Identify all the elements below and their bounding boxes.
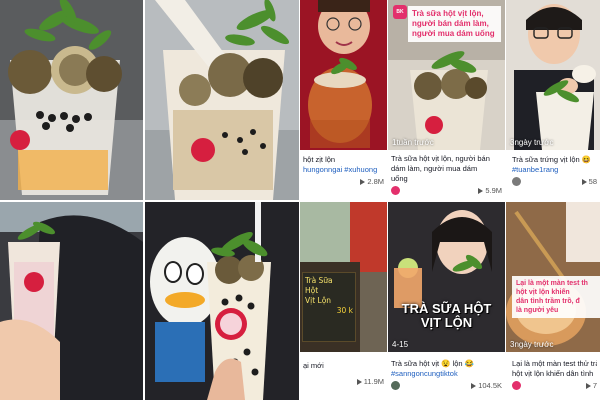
play-icon [356,378,362,385]
video-thumbnail-4: BK Trà sữa hột vịt lộn, người bán dám là… [388,0,505,150]
caption-hashtags[interactable]: #sanngoncungtiktok [391,369,502,379]
caption-text: hột zịt lộn [303,155,336,164]
caption-text: Trà sữa trứng vịt lộn 😆 [512,155,592,164]
video-tile-4[interactable]: BK Trà sữa hột vịt lộn, người bán dám là… [388,0,505,200]
video-caption-3: hột zịt lộn hungonngai #xuhuong 2.8M [300,151,387,200]
view-count: 104.5K [471,381,502,390]
video-tile-9[interactable]: TRÀ SỮA HỘT VỊT LỘN 4-15 Trà sữa hột vịt… [388,202,505,400]
play-icon [471,382,477,389]
avatar[interactable] [512,381,521,390]
post-date: 3ngày trước [510,138,554,147]
caption-hashtags[interactable]: hungonngai #xuhuong [303,165,384,175]
video-title-overlay: TRÀ SỮA HỘT VỊT LỘN [401,301,492,330]
video-thumbnail-5: 3ngày trước [506,0,600,150]
video-caption-8: ại mới 11.9M [300,353,387,400]
caption-text: Lại là một màn test thử trà [512,359,597,368]
caption-text: dám làm, người mua dám [391,164,478,173]
view-count: 2.8M [360,177,384,186]
video-tile-8[interactable]: Trà Sữa Hột Vịt Lộn 30 k ại mới 11.9M [300,202,387,400]
avatar[interactable] [512,177,521,186]
post-date: 1tuần trước [392,138,434,147]
view-count: 11.9M [356,377,384,386]
view-count: 58 [581,177,597,186]
video-tile-7[interactable] [145,202,299,400]
video-caption-10: Lại là một màn test thử trà hột vịt lộn … [506,353,600,400]
caption-text: uống [391,174,408,183]
shop-sign: Trà Sữa Hột Vịt Lộn 30 k [302,272,356,342]
play-icon [360,178,366,185]
play-icon [585,382,591,389]
channel-logo: BK [393,5,407,19]
caption-text: Trà sữa hột vịt 😧 lộn 😂 [391,359,475,368]
caption-text: Trà sữa hột vịt lộn, người bán [391,154,490,163]
video-thumbnail-7 [145,202,299,400]
post-date: 4-15 [392,340,409,349]
video-tile-5[interactable]: 3ngày trước Trà sữa trứng vịt lộn 😆 #tua… [506,0,600,200]
video-thumbnail-9: TRÀ SỮA HỘT VỊT LỘN 4-15 [388,202,505,352]
video-tile-3[interactable]: hột zịt lộn hungonngai #xuhuong 2.8M [300,0,387,200]
avatar[interactable] [391,186,400,195]
view-count: 5.9M [478,186,502,195]
video-thumbnail-1 [0,0,143,200]
avatar[interactable] [391,381,400,390]
video-tile-2[interactable] [145,0,299,200]
post-date: 3ngày trước [510,340,554,349]
caption-hashtags[interactable]: #tuanbe1rang [512,165,597,175]
video-overlay-text: Trà sữa hột vịt lộn, người bán dám làm, … [408,6,501,42]
video-thumbnail-10: Lại là một màn test th hột vịt lộn khiến… [506,202,600,352]
play-icon [581,178,587,185]
video-thumbnail-2 [145,0,299,200]
video-caption-9: Trà sữa hột vịt 😧 lộn 😂 #sanngoncungtikt… [388,353,505,400]
video-meta: 11.9M [303,377,384,386]
view-count: 7 [585,381,597,390]
video-thumbnail-3 [300,0,387,150]
video-meta: 5.9M [391,186,502,195]
caption-text: ại mới [303,361,324,370]
video-meta: 58 [512,177,597,186]
video-tile-10[interactable]: Lại là một màn test th hột vịt lộn khiến… [506,202,600,400]
video-meta: 2.8M [303,177,384,186]
video-meta: 104.5K [391,381,502,390]
video-thumbnail-6 [0,202,143,400]
video-meta: 7 [512,381,597,390]
caption-text: hột vịt lộn khiến dân tình [512,369,594,378]
video-thumbnail-8: Trà Sữa Hột Vịt Lộn 30 k [300,202,387,352]
video-overlay-text: Lại là một màn test th hột vịt lộn khiến… [512,276,600,318]
video-tile-6[interactable] [0,202,143,400]
video-caption-5: Trà sữa trứng vịt lộn 😆 #tuanbe1rang 58 [506,151,600,200]
video-caption-4: Trà sữa hột vịt lộn, người bán dám làm, … [388,151,505,200]
video-tile-1[interactable] [0,0,143,200]
play-icon [478,187,484,194]
